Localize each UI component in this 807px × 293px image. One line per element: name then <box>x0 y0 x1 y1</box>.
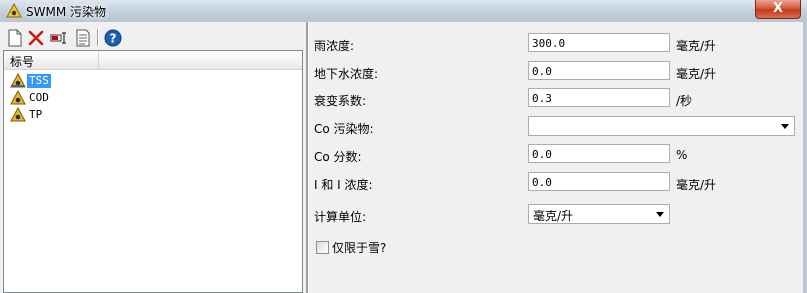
rain-concentration-label: 雨浓度: <box>314 39 355 53</box>
swmm-app-icon <box>6 3 22 18</box>
co-pollutant-label: Co 污染物: <box>314 122 374 136</box>
panel-splitter[interactable] <box>306 22 309 293</box>
list-item[interactable]: TSS <box>8 73 208 89</box>
rain-concentration-unit: 毫克/升 <box>676 39 717 53</box>
ii-concentration-label: I 和 I 浓度: <box>314 178 373 192</box>
co-fraction-input[interactable]: 0.0 <box>528 144 670 163</box>
toolbar: ? <box>3 26 303 48</box>
groundwater-concentration-label: 地下水浓度: <box>314 67 379 81</box>
help-icon[interactable]: ? <box>103 28 123 48</box>
chevron-down-icon <box>781 124 789 129</box>
delete-icon[interactable] <box>26 28 46 48</box>
list-item-label: COD <box>29 91 49 104</box>
units-value: 毫克/升 <box>533 209 574 223</box>
column-divider[interactable] <box>98 51 99 69</box>
list-header: 标号 <box>4 51 302 70</box>
decay-coefficient-label: 衰变系数: <box>314 94 367 108</box>
co-fraction-label: Co 分数: <box>314 150 362 164</box>
units-select[interactable]: 毫克/升 <box>528 204 670 224</box>
list-item[interactable]: COD <box>8 90 208 106</box>
new-icon[interactable] <box>5 28 25 48</box>
column-header-id[interactable]: 标号 <box>10 53 34 70</box>
pollutant-list-panel: ? 标号 TSS COD TP <box>3 26 303 293</box>
decay-coefficient-unit: /秒 <box>676 94 693 108</box>
toolbar-separator <box>97 29 99 46</box>
pollutant-list[interactable]: 标号 TSS COD TP <box>3 50 303 293</box>
co-pollutant-select[interactable] <box>528 116 795 136</box>
chevron-down-icon <box>656 212 664 217</box>
list-item-label: TP <box>29 108 43 121</box>
window-edge <box>803 22 807 293</box>
decay-coefficient-input[interactable]: 0.3 <box>528 88 670 107</box>
close-button[interactable]: X <box>755 0 801 19</box>
dialog-body: ? 标号 TSS COD TP 雨浓度: 300.0 毫克/升 地下水浓度: 0… <box>0 22 807 293</box>
groundwater-concentration-unit: 毫克/升 <box>676 67 717 81</box>
ii-concentration-unit: 毫克/升 <box>676 178 717 192</box>
window-title: SWMM 污染物 <box>26 5 107 19</box>
pollutant-icon <box>10 73 26 88</box>
title-bar: SWMM 污染物 X <box>0 0 807 23</box>
pollutant-icon <box>10 107 26 122</box>
units-label: 计算单位: <box>314 210 367 224</box>
rename-icon[interactable] <box>49 28 69 48</box>
rain-concentration-input[interactable]: 300.0 <box>528 33 670 52</box>
pollutant-icon <box>10 90 26 105</box>
properties-icon[interactable] <box>73 28 93 48</box>
svg-text:?: ? <box>110 32 117 46</box>
list-item-label: TSS <box>27 74 51 88</box>
snow-only-checkbox[interactable] <box>316 241 329 254</box>
groundwater-concentration-input[interactable]: 0.0 <box>528 61 670 80</box>
snow-only-label[interactable]: 仅限于雪? <box>332 239 386 256</box>
list-item[interactable]: TP <box>8 107 208 123</box>
ii-concentration-input[interactable]: 0.0 <box>528 172 670 191</box>
co-fraction-unit: % <box>676 148 688 162</box>
